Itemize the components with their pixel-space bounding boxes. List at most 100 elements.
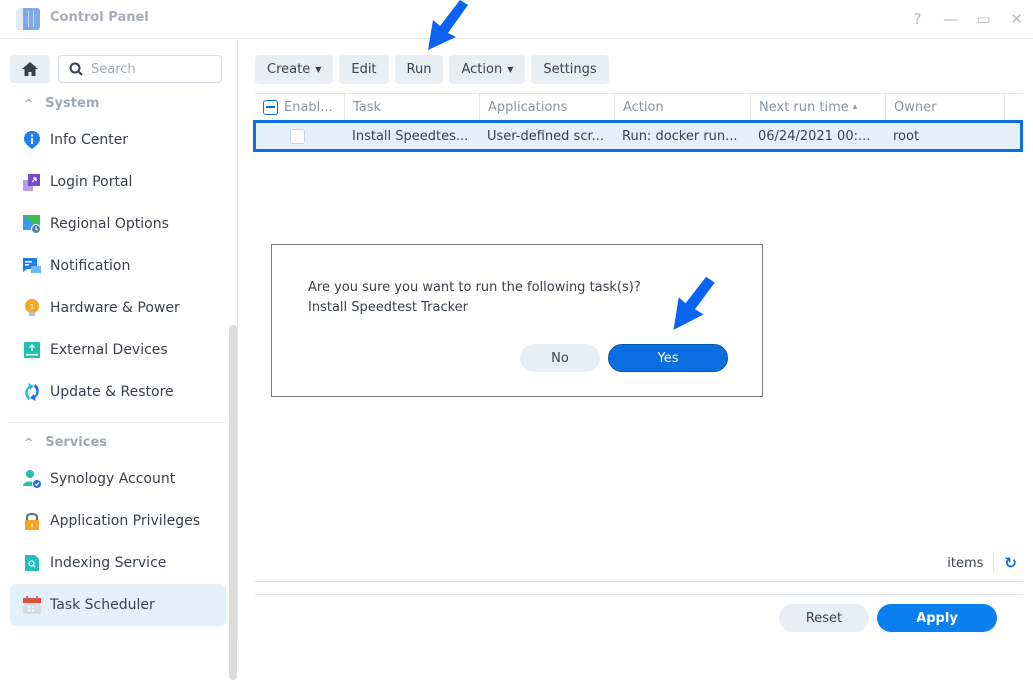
svg-text:1: 1 bbox=[30, 303, 34, 311]
dialog-task-name: Install Speedtest Tracker bbox=[308, 300, 469, 315]
select-all-checkbox[interactable] bbox=[263, 99, 278, 115]
minimize-icon[interactable]: — bbox=[934, 10, 967, 28]
cell-action: Run: docker run... bbox=[622, 128, 738, 144]
column-label: Next run time bbox=[759, 99, 849, 115]
sidebar-item-update-restore[interactable]: Update & Restore bbox=[10, 371, 226, 413]
settings-button[interactable]: Settings bbox=[531, 55, 609, 84]
sidebar-item-label: Update & Restore bbox=[50, 384, 174, 400]
create-button-label: Create bbox=[267, 62, 311, 77]
column-header-owner[interactable]: Owner bbox=[886, 94, 1005, 120]
hardware-power-icon: 1 bbox=[22, 298, 42, 318]
reset-button[interactable]: Reset bbox=[779, 604, 869, 632]
title-bar: Control Panel ? — ▭ ✕ bbox=[0, 0, 1033, 39]
sidebar-item-label: Indexing Service bbox=[50, 555, 167, 571]
edit-button[interactable]: Edit bbox=[339, 55, 389, 84]
footer-divider bbox=[255, 581, 1023, 582]
home-button[interactable] bbox=[10, 55, 50, 83]
dialog-message: Are you sure you want to run the followi… bbox=[308, 278, 641, 318]
cell-task: Install Speedtes... bbox=[352, 128, 469, 144]
items-count-label: items bbox=[947, 555, 984, 571]
footer-divider bbox=[255, 594, 1023, 595]
sidebar-item-login-portal[interactable]: Login Portal bbox=[10, 161, 226, 203]
control-panel-app-icon bbox=[16, 8, 40, 30]
column-label: Action bbox=[623, 99, 664, 115]
apply-button[interactable]: Apply bbox=[877, 604, 997, 632]
section-label: Services bbox=[45, 435, 108, 450]
chevron-up-icon: ^ bbox=[24, 97, 34, 110]
chevron-up-icon: ^ bbox=[24, 436, 34, 449]
sidebar-item-label: Info Center bbox=[50, 132, 129, 148]
search-field[interactable] bbox=[58, 55, 222, 83]
sidebar-item-hardware-power[interactable]: 1 Hardware & Power bbox=[10, 287, 226, 329]
no-button[interactable]: No bbox=[520, 344, 600, 372]
edit-button-label: Edit bbox=[351, 62, 377, 77]
grid-footer: items ↻ bbox=[947, 553, 1017, 573]
indexing-service-icon bbox=[22, 553, 42, 573]
notification-icon bbox=[22, 256, 42, 276]
cell-next-run-time: 06/24/2021 00:... bbox=[758, 128, 871, 144]
external-devices-icon bbox=[22, 340, 42, 360]
yes-button[interactable]: Yes bbox=[608, 344, 728, 372]
sidebar-item-task-scheduler[interactable]: Task Scheduler bbox=[10, 584, 226, 626]
refresh-icon[interactable]: ↻ bbox=[1004, 554, 1017, 572]
window-controls: ? — ▭ ✕ bbox=[901, 0, 1033, 38]
run-button-label: Run bbox=[406, 62, 432, 77]
cell-owner: root bbox=[893, 128, 920, 144]
cell-applications: User-defined scr... bbox=[487, 128, 605, 144]
annotation-arrow-icon bbox=[673, 276, 715, 330]
column-label: Applications bbox=[488, 99, 568, 115]
caret-down-icon: ▼ bbox=[507, 65, 514, 74]
regional-options-icon bbox=[22, 214, 42, 234]
caret-down-icon: ▼ bbox=[315, 65, 322, 74]
annotation-arrow-icon bbox=[428, 0, 468, 50]
sidebar-scrollbar[interactable] bbox=[229, 325, 237, 680]
column-label: Owner bbox=[894, 99, 937, 115]
sidebar-item-label: Regional Options bbox=[50, 216, 169, 232]
sidebar-item-label: External Devices bbox=[50, 342, 168, 358]
column-label: Enabl... bbox=[284, 99, 333, 115]
help-icon[interactable]: ? bbox=[901, 10, 934, 28]
sidebar-item-indexing-service[interactable]: Indexing Service bbox=[10, 542, 226, 584]
footer-separator bbox=[993, 553, 995, 573]
column-header-task[interactable]: Task bbox=[345, 94, 480, 120]
synology-account-icon bbox=[22, 469, 42, 489]
create-button[interactable]: Create ▼ bbox=[255, 55, 334, 84]
column-header-enabled[interactable]: Enabl... bbox=[255, 94, 345, 120]
sidebar-item-notification[interactable]: Notification bbox=[10, 245, 226, 287]
action-button-label: Action bbox=[461, 62, 503, 77]
close-icon[interactable]: ✕ bbox=[1000, 10, 1033, 28]
info-icon bbox=[22, 130, 42, 150]
column-label: Task bbox=[353, 99, 382, 115]
window-title: Control Panel bbox=[50, 10, 149, 25]
cell-enabled bbox=[256, 123, 344, 149]
section-header-services[interactable]: ^ Services bbox=[24, 435, 107, 450]
application-privileges-icon bbox=[22, 511, 42, 531]
login-portal-icon bbox=[22, 172, 42, 192]
sidebar-item-external-devices[interactable]: External Devices bbox=[10, 329, 226, 371]
sidebar-item-synology-account[interactable]: Synology Account bbox=[10, 458, 226, 500]
sidebar-item-label: Synology Account bbox=[50, 471, 176, 487]
task-scheduler-icon bbox=[22, 595, 42, 615]
sidebar: ^ System Info Center Login Portal Region… bbox=[0, 40, 238, 680]
section-label: System bbox=[45, 96, 100, 111]
sidebar-item-label: Task Scheduler bbox=[50, 597, 155, 613]
section-header-system[interactable]: ^ System bbox=[24, 96, 99, 111]
section-divider bbox=[10, 422, 226, 423]
column-header-action[interactable]: Action bbox=[615, 94, 751, 120]
sidebar-item-label: Application Privileges bbox=[50, 513, 200, 529]
enabled-checkbox[interactable] bbox=[290, 128, 305, 144]
task-grid: Enabl... Task Applications Action Next r… bbox=[253, 93, 1023, 152]
column-header-next-run-time[interactable]: Next run time ▴ bbox=[751, 94, 886, 120]
sidebar-item-application-privileges[interactable]: Application Privileges bbox=[10, 500, 226, 542]
table-row[interactable]: Install Speedtes... User-defined scr... … bbox=[253, 120, 1023, 152]
sidebar-item-label: Hardware & Power bbox=[50, 300, 180, 316]
dialog-question: Are you sure you want to run the followi… bbox=[308, 280, 641, 295]
search-input[interactable] bbox=[91, 61, 201, 77]
grid-header: Enabl... Task Applications Action Next r… bbox=[255, 93, 1023, 120]
search-icon bbox=[69, 62, 83, 76]
column-header-applications[interactable]: Applications bbox=[480, 94, 615, 120]
update-restore-icon bbox=[22, 382, 42, 402]
maximize-icon[interactable]: ▭ bbox=[967, 10, 1000, 28]
sidebar-item-regional-options[interactable]: Regional Options bbox=[10, 203, 226, 245]
sidebar-item-info-center[interactable]: Info Center bbox=[10, 119, 226, 161]
